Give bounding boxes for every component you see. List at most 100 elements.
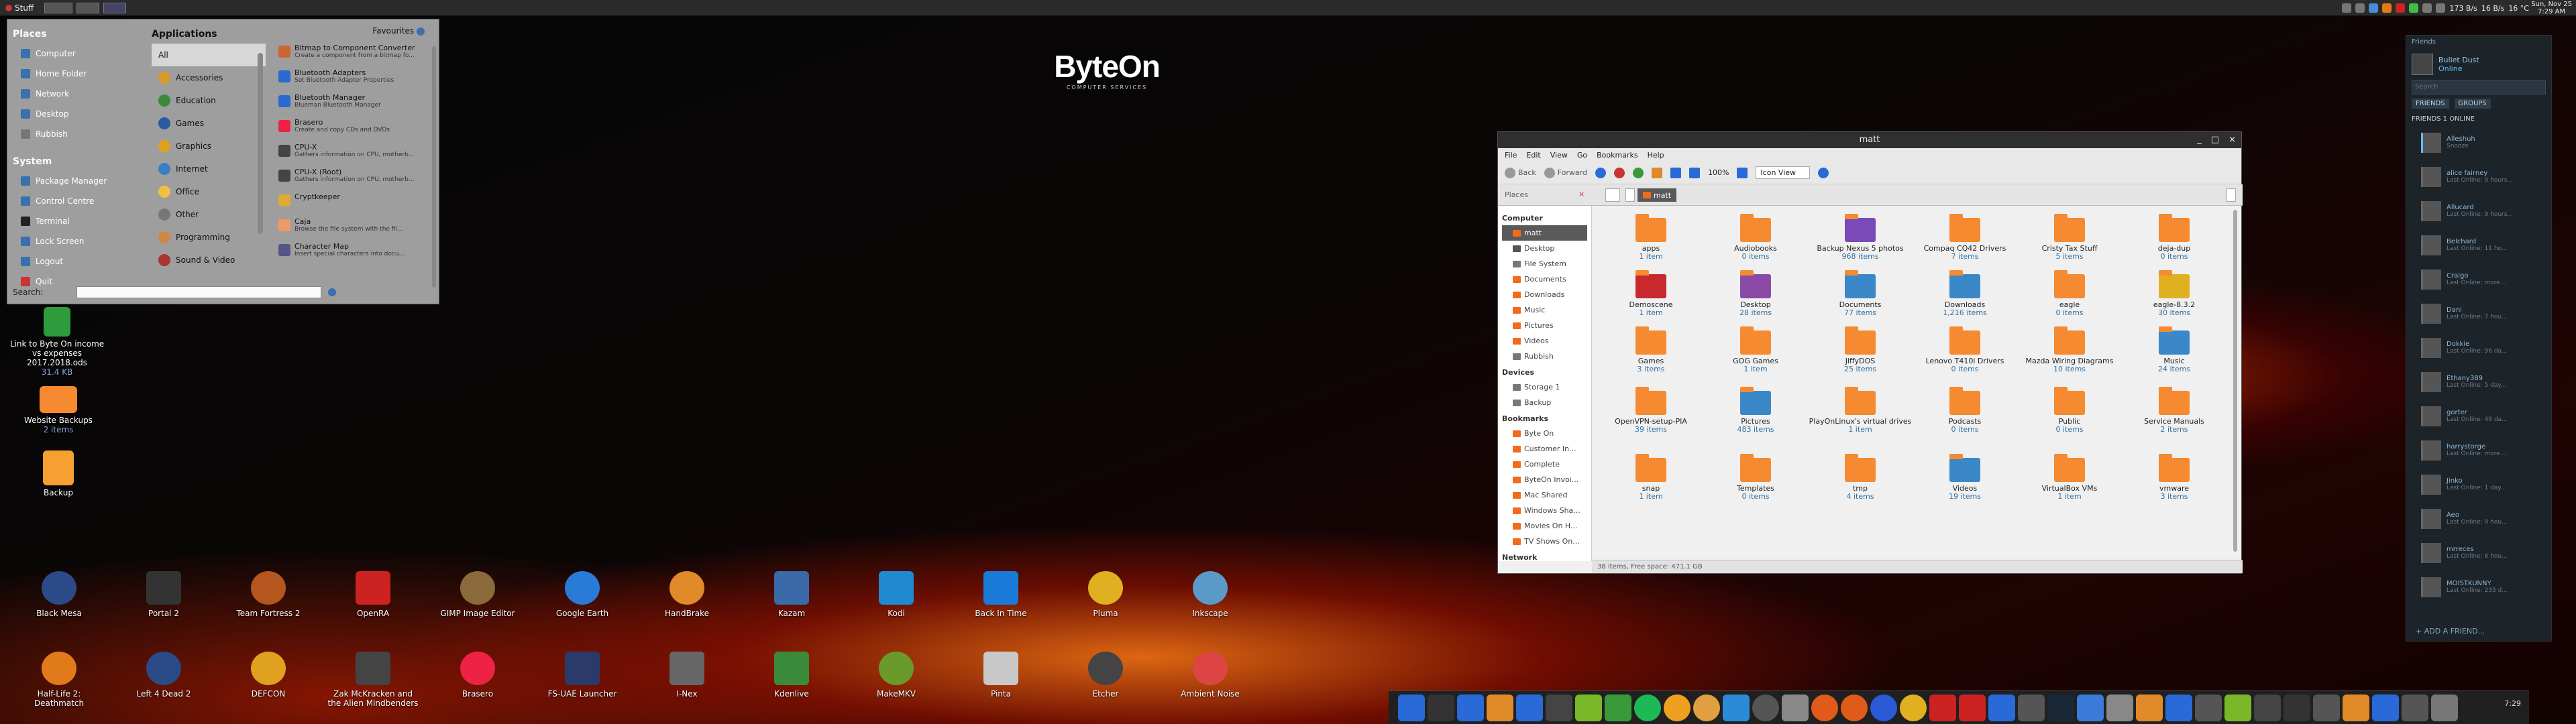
terminal-icon[interactable]: [1428, 694, 1454, 721]
places-dropdown[interactable]: Places: [1505, 190, 1528, 199]
category-internet[interactable]: Internet: [152, 158, 266, 180]
battery-icon[interactable]: [2436, 3, 2446, 13]
place-network[interactable]: Network: [13, 84, 150, 104]
sidebar-item-music[interactable]: Music: [1502, 302, 1587, 318]
taskbar-window-1[interactable]: [44, 2, 73, 13]
sidebar-item-rubbish[interactable]: Rubbish: [1502, 349, 1587, 364]
desktop-icon-income-spreadsheet[interactable]: Link to Byte On income vs expenses 2017.…: [7, 307, 107, 377]
launcher-gimp[interactable]: GIMP Image Editor: [431, 571, 525, 618]
category-other[interactable]: Other: [152, 203, 266, 226]
search-input[interactable]: [76, 286, 322, 298]
file-item[interactable]: snap 1 item: [1599, 454, 1703, 501]
lock-icon[interactable]: [2342, 3, 2352, 13]
file-item[interactable]: PlayOnLinux's virtual drives 1 item: [1808, 387, 1913, 434]
file-grid-scrollbar[interactable]: [2233, 210, 2237, 552]
android-icon[interactable]: [1575, 694, 1602, 721]
menu-bookmarks[interactable]: Bookmarks: [1597, 151, 1638, 160]
x-icon[interactable]: [1546, 694, 1572, 721]
x-cross-icon[interactable]: [1841, 694, 1868, 721]
file-item[interactable]: Lenovo T410i Drivers 0 items: [1913, 326, 2017, 373]
friend-row[interactable]: Jinko Last Online: 1 day...: [2406, 467, 2551, 501]
place-home-folder[interactable]: Home Folder: [13, 64, 150, 84]
minimize-button[interactable]: _: [2197, 132, 2202, 148]
launcher-kazam[interactable]: Kazam: [745, 571, 839, 618]
place-computer[interactable]: Computer: [13, 44, 150, 64]
friend-row[interactable]: Belchard Last Online: 11 ho...: [2406, 228, 2551, 262]
taskbar-window-3[interactable]: [103, 2, 127, 13]
bookmark-tv-shows[interactable]: TV Shows On...: [1502, 534, 1587, 549]
category-games[interactable]: Games: [152, 112, 266, 135]
app-cpu-x[interactable]: CPU-X Gathers information on CPU, motherb…: [276, 141, 437, 166]
category-office[interactable]: Office: [152, 180, 266, 203]
app-icon-31[interactable]: [2313, 694, 2340, 721]
menu-go[interactable]: Go: [1577, 151, 1587, 160]
file-item[interactable]: Podcasts 0 items: [1913, 387, 2017, 434]
breadcrumb-matt[interactable]: matt: [1638, 188, 1677, 202]
friend-row[interactable]: harrystorge Last Online: more...: [2406, 433, 2551, 467]
file-item[interactable]: GOG Games 1 item: [1703, 326, 1808, 373]
bookmark-movies[interactable]: Movies On H...: [1502, 518, 1587, 534]
volume-icon[interactable]: [2422, 3, 2432, 13]
system-logout[interactable]: Logout: [13, 251, 150, 272]
launcher-inkscape[interactable]: Inkscape: [1163, 571, 1257, 618]
app-icon-29[interactable]: [2254, 694, 2281, 721]
menu-file[interactable]: File: [1505, 151, 1517, 160]
launcher-pinta[interactable]: Pinta: [954, 652, 1048, 699]
sidebar-network-header[interactable]: Network: [1502, 553, 1587, 562]
path-right-arrow[interactable]: [2226, 188, 2236, 202]
launcher-zak-mckracken[interactable]: Zak McKracken and the Alien Mindbenders: [326, 652, 420, 708]
launcher-google-earth[interactable]: Google Earth: [535, 571, 629, 618]
app-icon-28[interactable]: [2224, 694, 2251, 721]
app-cryptkeeper[interactable]: Cryptkeeper: [276, 191, 437, 216]
launcher-fs-uae[interactable]: FS-UAE Launcher: [535, 652, 629, 699]
spotify-icon[interactable]: [1634, 694, 1661, 721]
file-item[interactable]: Videos 19 items: [1913, 454, 2017, 501]
launcher-openra[interactable]: OpenRA: [326, 571, 420, 618]
panel-clock[interactable]: 7:29: [2504, 699, 2521, 708]
friends-section-header[interactable]: FRIENDS 1 ONLINE: [2406, 113, 2551, 125]
view-mode-select[interactable]: Icon View: [1756, 166, 1811, 179]
app-character-map[interactable]: Character Map Insert special characters i…: [276, 241, 437, 265]
sidebar-item-file-system[interactable]: File System: [1502, 256, 1587, 272]
friend-row[interactable]: Craigo Last Online: more...: [2406, 262, 2551, 296]
sidebar-item-videos[interactable]: Videos: [1502, 333, 1587, 349]
bookmark-customer-in[interactable]: Customer In...: [1502, 441, 1587, 457]
friend-row[interactable]: Dokkie Last Online: 96 da...: [2406, 330, 2551, 365]
place-desktop[interactable]: Desktop: [13, 104, 150, 124]
launcher-makemkv[interactable]: MakeMKV: [849, 652, 943, 699]
launcher-handbrake[interactable]: HandBrake: [640, 571, 734, 618]
up-icon[interactable]: [1595, 167, 1606, 178]
chrome-icon[interactable]: [1900, 694, 1927, 721]
maximize-button[interactable]: □: [2211, 132, 2219, 148]
friend-row[interactable]: Ethany389 Last Online: 5 day...: [2406, 365, 2551, 399]
app-icon-34[interactable]: [2402, 694, 2428, 721]
file-item[interactable]: tmp 4 items: [1808, 454, 1913, 501]
launcher-portal-2[interactable]: Portal 2: [117, 571, 211, 618]
file-item[interactable]: Compaq CQ42 Drivers 7 items: [1913, 214, 2017, 261]
friend-row[interactable]: Dani Last Online: 7 hou...: [2406, 296, 2551, 330]
launcher-ambient-noise[interactable]: Ambient Noise: [1163, 652, 1257, 699]
system-control-centre[interactable]: Control Centre: [13, 191, 150, 211]
close-button[interactable]: ×: [2229, 132, 2236, 148]
app-icon-24[interactable]: [2106, 694, 2133, 721]
app-icon-33[interactable]: [2372, 694, 2399, 721]
trash-icon[interactable]: [2431, 694, 2458, 721]
app-bluetooth-adapters[interactable]: Bluetooth Adapters Set Bluetooth Adapter …: [276, 67, 437, 92]
steam-icon[interactable]: [2047, 694, 2074, 721]
launcher-hl2-deathmatch[interactable]: Half-Life 2: Deathmatch: [12, 652, 106, 708]
dropbox-icon[interactable]: [2369, 3, 2379, 13]
desktop-icon-backup[interactable]: Backup: [8, 450, 109, 497]
file-item[interactable]: Desktop 28 items: [1703, 270, 1808, 317]
file-item[interactable]: Downloads 1,216 items: [1913, 270, 2017, 317]
launcher-black-mesa[interactable]: Black Mesa: [12, 571, 106, 618]
firefox-alt-icon[interactable]: [1870, 694, 1897, 721]
app-bitmap-converter[interactable]: Bitmap to Component Converter Create a co…: [276, 42, 437, 67]
system-terminal[interactable]: Terminal: [13, 211, 150, 231]
file-item[interactable]: Backup Nexus 5 photos 968 items: [1808, 214, 1913, 261]
steam-friends-titlebar[interactable]: Friends: [2406, 36, 2551, 49]
tab-groups[interactable]: GROUPS: [2454, 99, 2491, 109]
menu-help[interactable]: Help: [1648, 151, 1664, 160]
file-item[interactable]: Documents 77 items: [1808, 270, 1913, 317]
edit-path-button[interactable]: [1605, 188, 1620, 202]
app-bluetooth-manager[interactable]: Bluetooth Manager Blueman Bluetooth Manag…: [276, 92, 437, 117]
